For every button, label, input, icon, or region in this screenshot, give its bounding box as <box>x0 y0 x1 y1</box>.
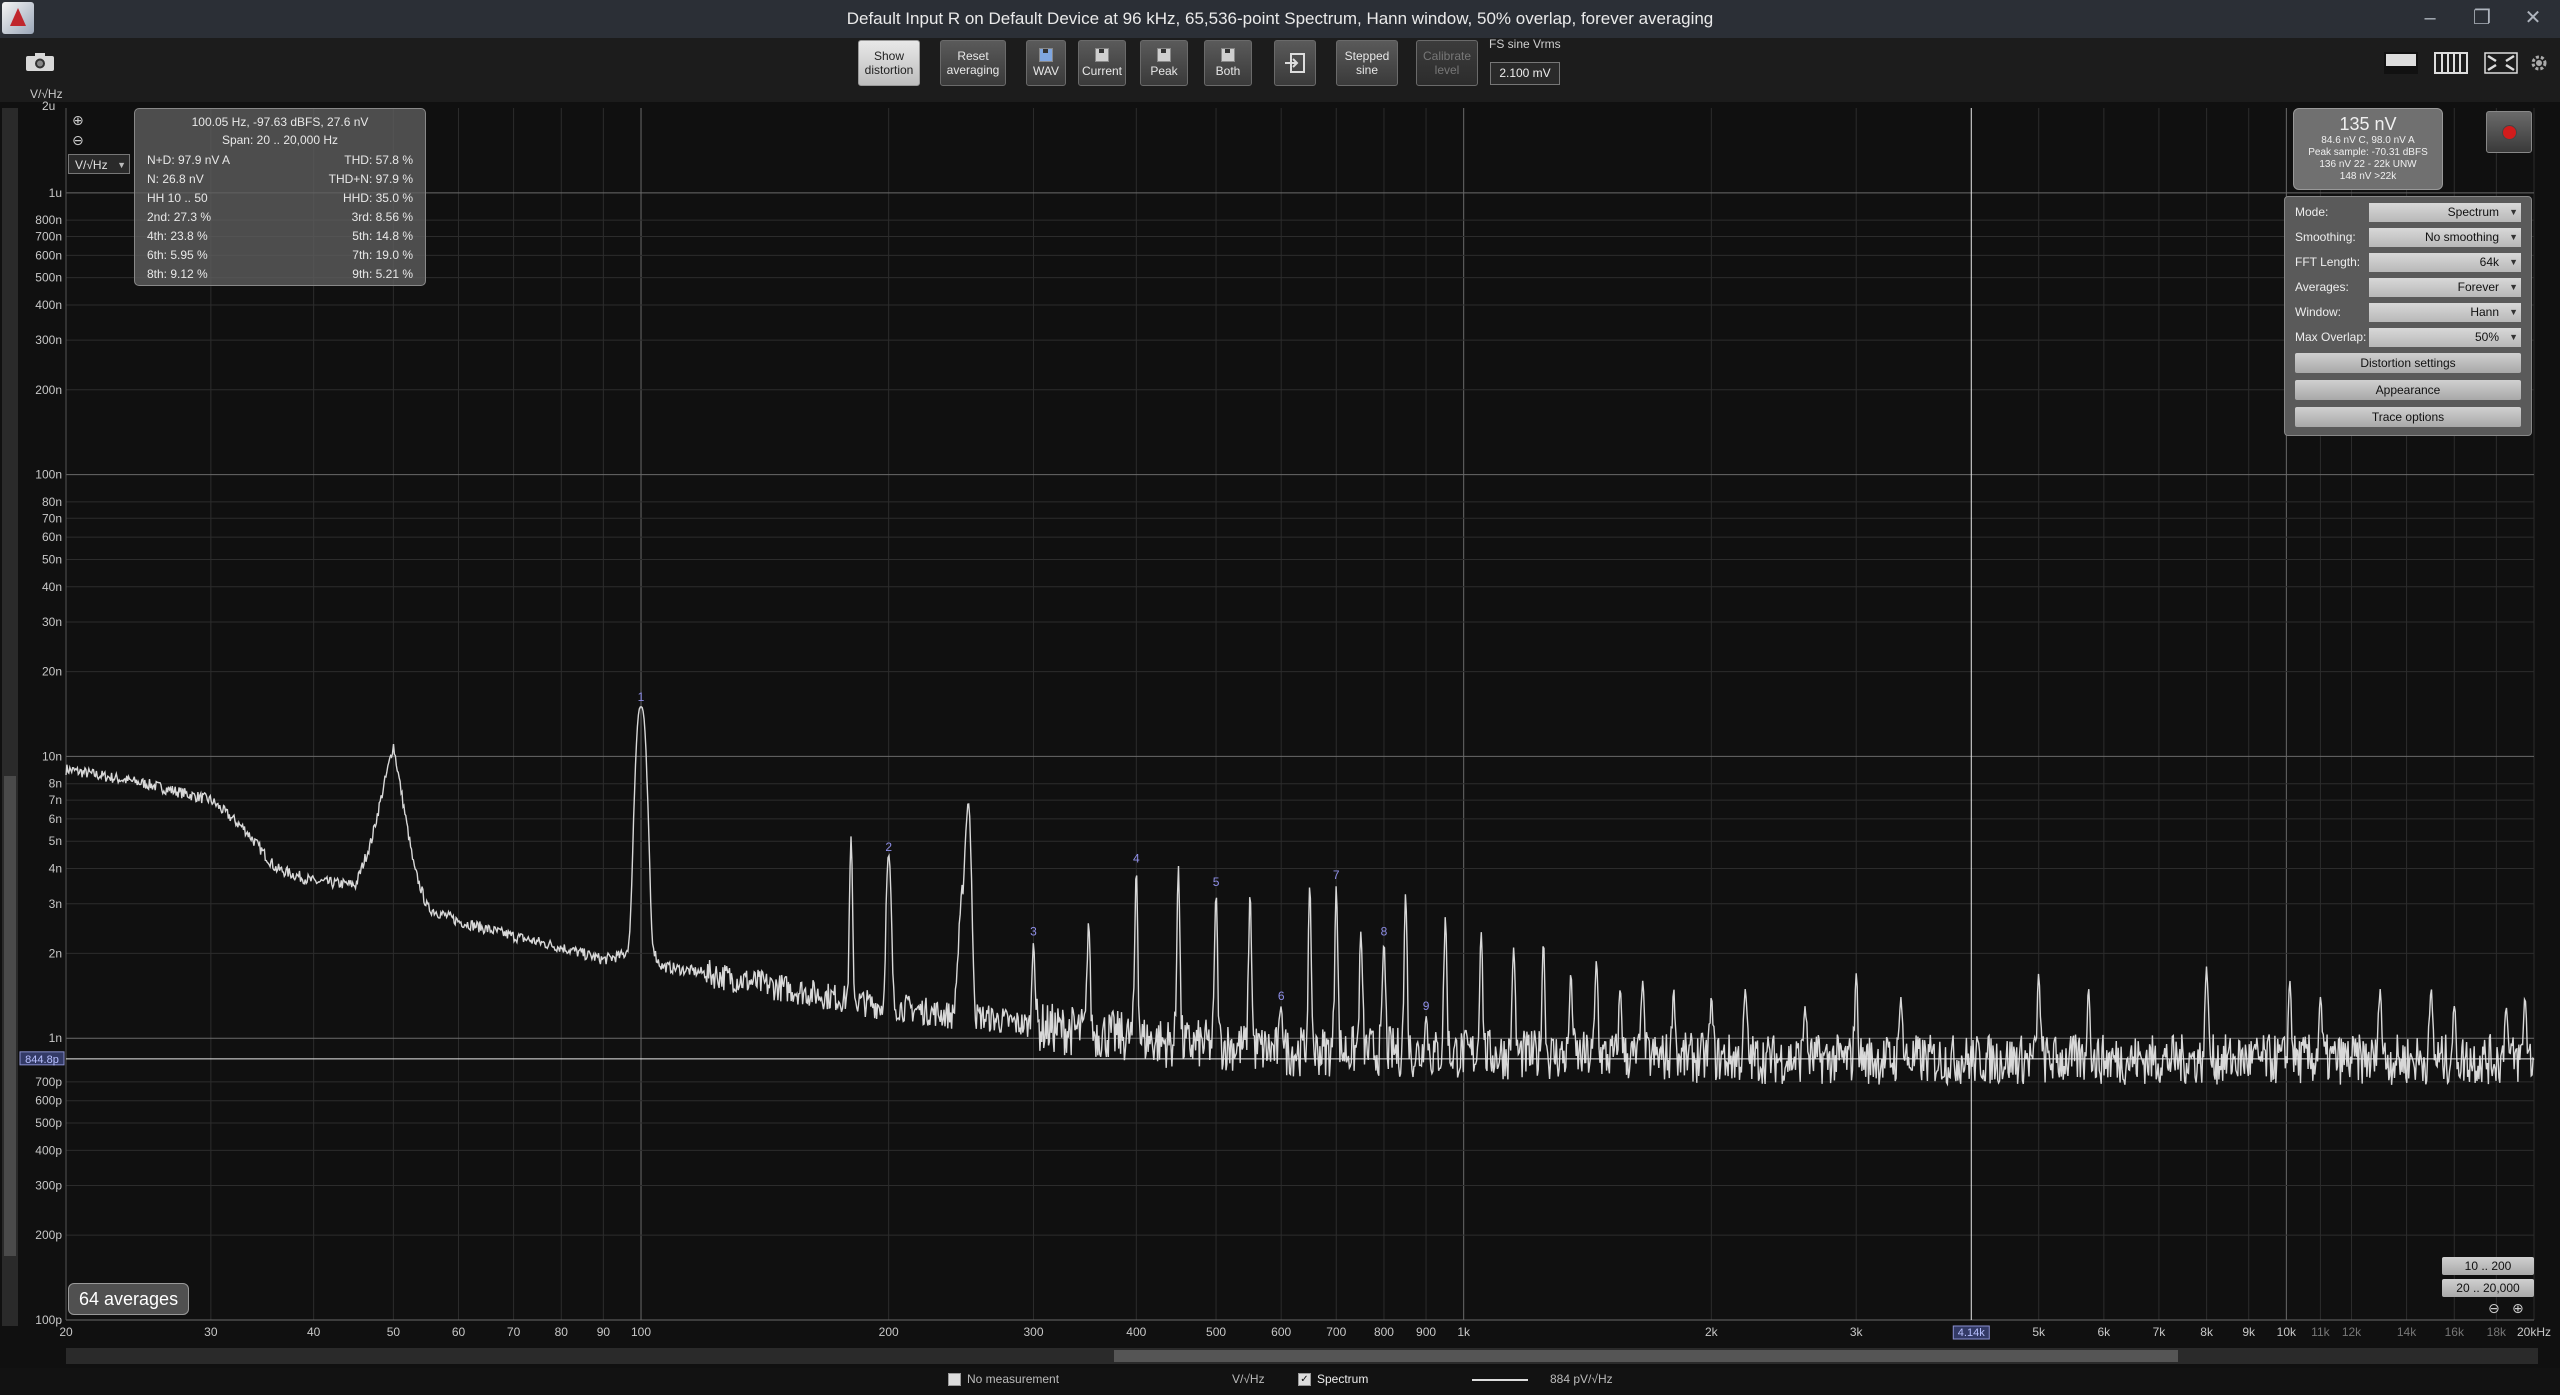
fft-length-select[interactable]: 64k <box>2369 253 2521 272</box>
multi-view-icon[interactable] <box>2434 52 2468 74</box>
info-left-4: 4th: 23.8 % <box>147 229 208 243</box>
calibrate-level-button[interactable]: Calibrate level <box>1416 40 1478 86</box>
vertical-scroll-thumb[interactable] <box>4 776 16 1256</box>
minimize-button[interactable]: – <box>2415 4 2445 32</box>
window-title: Default Input R on Default Device at 96 … <box>846 9 1714 28</box>
title-bar: Default Input R on Default Device at 96 … <box>0 0 2560 38</box>
info-right-3: 3rd: 8.56 % <box>351 210 413 224</box>
range-20-20000-button[interactable]: 20 .. 20,000 <box>2442 1279 2534 1297</box>
zoom-in-icon[interactable]: ⊕ <box>72 112 84 129</box>
save-both-button[interactable]: Both <box>1204 40 1252 86</box>
window-select[interactable]: Hann <box>2369 303 2521 322</box>
unit-select[interactable]: V/√Hz <box>68 154 130 175</box>
level-line2: Peak sample: -70.31 dBFS <box>2308 147 2428 158</box>
zoom-out-icon[interactable]: ⊖ <box>72 132 84 149</box>
wav-save-icon <box>1039 48 1053 62</box>
fullscreen-icon[interactable] <box>2484 52 2518 74</box>
max-overlap-label: Max Overlap: <box>2295 330 2367 344</box>
no-measurement-toggle[interactable]: No measurement <box>948 1372 1059 1387</box>
save-peak-button[interactable]: Peak <box>1140 40 1188 86</box>
stepped-sine-button[interactable]: Stepped sine <box>1336 40 1398 86</box>
mode-select[interactable]: Spectrum <box>2369 203 2521 222</box>
fs-sine-input[interactable]: 2.100 mV <box>1490 62 1560 85</box>
level-main: 135 nV <box>2339 114 2397 134</box>
close-button[interactable]: ✕ <box>2518 4 2548 32</box>
info-left-2: HH 10 .. 50 <box>147 191 208 205</box>
appearance-button[interactable]: Appearance <box>2295 380 2521 400</box>
save-icon <box>1095 48 1109 62</box>
smoothing-label: Smoothing: <box>2295 230 2356 244</box>
show-distortion-button[interactable]: Show distortion <box>858 40 920 86</box>
info-left-3: 2nd: 27.3 % <box>147 210 212 224</box>
save-icon <box>1157 48 1171 62</box>
gear-icon[interactable] <box>2528 52 2550 74</box>
reset-averaging-button[interactable]: Reset averaging <box>940 40 1006 86</box>
import-button[interactable] <box>1274 40 1316 86</box>
no-measurement-checkbox[interactable] <box>948 1373 961 1387</box>
import-icon <box>1285 53 1305 73</box>
maximize-button[interactable]: ❐ <box>2467 4 2497 32</box>
spectrum-toggle[interactable]: ✓ Spectrum <box>1298 1372 1368 1387</box>
horizontal-scrollbar[interactable] <box>66 1348 2538 1364</box>
info-left-1: N: 26.8 nV <box>147 172 204 186</box>
averages-select[interactable]: Forever <box>2369 278 2521 297</box>
trace-swatch <box>1472 1379 1528 1381</box>
save-icon <box>1221 48 1235 62</box>
info-right-1: THD+N: 97.9 % <box>328 172 413 186</box>
distortion-info-panel[interactable]: 100.05 Hz, -97.63 dBFS, 27.6 nV Span: 20… <box>134 108 426 286</box>
info-left-6: 8th: 9.12 % <box>147 267 208 281</box>
distortion-settings-button[interactable]: Distortion settings <box>2295 353 2521 373</box>
range-10-200-button[interactable]: 10 .. 200 <box>2442 1257 2534 1275</box>
y-unit-label: V/√Hz 2u <box>30 87 63 113</box>
info-right-4: 5th: 14.8 % <box>352 229 413 243</box>
smoothing-select[interactable]: No smoothing <box>2369 228 2521 247</box>
record-button[interactable] <box>2486 111 2532 153</box>
status-bar <box>0 1368 2560 1395</box>
max-overlap-select[interactable]: 50% <box>2369 328 2521 347</box>
level-line1: 84.6 nV C, 98.0 nV A <box>2321 135 2415 146</box>
level-line4: 148 nV >22k <box>2339 171 2397 182</box>
save-current-button[interactable]: Current <box>1078 40 1126 86</box>
x-zoom-in-icon[interactable]: ⊕ <box>2512 1300 2524 1317</box>
averages-badge: 64 averages <box>68 1283 190 1315</box>
info-span: Span: 20 .. 20,000 Hz <box>221 133 339 147</box>
trace-value: 884 pV/√Hz <box>1550 1372 1613 1386</box>
info-readout: 100.05 Hz, -97.63 dBFS, 27.6 nV <box>191 115 369 129</box>
info-left-0: N+D: 97.9 nV A <box>147 153 231 167</box>
info-right-6: 9th: 5.21 % <box>352 267 413 281</box>
fft-length-label: FFT Length: <box>2295 255 2361 269</box>
plot-background <box>0 102 2560 1395</box>
level-line3: 136 nV 22 - 22k UNW <box>2319 159 2417 170</box>
info-right-5: 7th: 19.0 % <box>352 248 413 262</box>
wav-button[interactable]: WAV <box>1026 40 1066 86</box>
settings-panel: Mode: Spectrum Smoothing: No smoothing F… <box>2284 196 2532 436</box>
x-zoom-out-icon[interactable]: ⊖ <box>2488 1300 2500 1317</box>
info-left-5: 6th: 5.95 % <box>147 248 208 262</box>
mode-label: Mode: <box>2295 205 2329 219</box>
single-view-icon[interactable] <box>2384 52 2418 74</box>
fs-sine-label: FS sine Vrms <box>1489 37 1561 51</box>
window-label: Window: <box>2295 305 2342 319</box>
y-top-label: 2u <box>42 99 56 113</box>
averages-label: Averages: <box>2295 280 2349 294</box>
horizontal-scroll-thumb[interactable] <box>1114 1350 2178 1362</box>
spectrum-checkbox[interactable]: ✓ <box>1298 1373 1311 1387</box>
info-right-2: HHD: 35.0 % <box>342 191 413 205</box>
status-unit: V/√Hz <box>1232 1372 1265 1386</box>
level-readout[interactable]: 135 nV 84.6 nV C, 98.0 nV A Peak sample:… <box>2293 108 2443 190</box>
vertical-scrollbar[interactable] <box>2 108 18 1326</box>
trace-options-button[interactable]: Trace options <box>2295 407 2521 427</box>
camera-icon[interactable] <box>25 52 55 72</box>
info-right-0: THD: 57.8 % <box>344 153 413 167</box>
